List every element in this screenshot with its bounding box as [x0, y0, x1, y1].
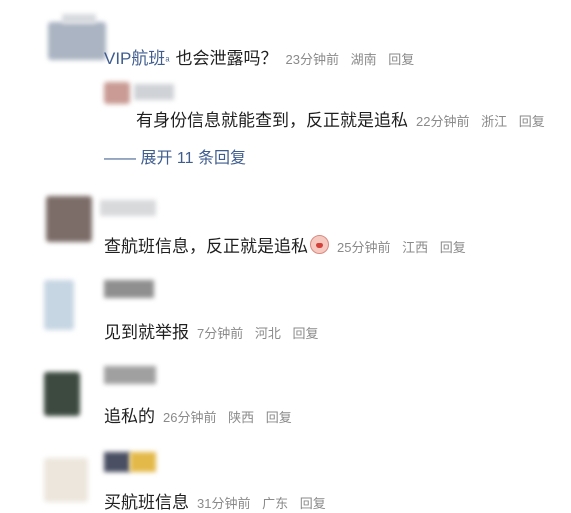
- username-link[interactable]: VIP航班: [104, 44, 165, 69]
- comment-row: 见到就举报 7分钟前 河北 回复: [104, 318, 327, 343]
- username-blurred: [104, 452, 130, 472]
- avatar[interactable]: [48, 22, 106, 60]
- comment-location: 湖南: [350, 52, 377, 67]
- avatar[interactable]: [46, 196, 92, 242]
- reply-location: 浙江: [481, 114, 508, 129]
- expand-replies-row: —— 展开 11 条回复: [104, 144, 246, 168]
- username-suffix: ᵃ: [165, 55, 170, 67]
- comment-time: 25分钟前: [337, 240, 391, 255]
- avatar[interactable]: [104, 82, 130, 104]
- username-blurred: [100, 200, 156, 216]
- reply-row: 有身份信息就能查到，反正就是追私 22分钟前 浙江 回复: [136, 106, 553, 131]
- reply-text: 有身份信息就能查到，反正就是追私: [136, 111, 408, 130]
- comment-row: 查航班信息，反正就是追私 25分钟前 江西 回复: [104, 232, 474, 257]
- comment-time: 7分钟前: [197, 326, 244, 341]
- comment-row: 买航班信息 31分钟前 广东 回复: [104, 488, 334, 513]
- reply-button[interactable]: 回复: [519, 114, 545, 129]
- comment-location: 陕西: [228, 410, 255, 425]
- comment-text: 也会泄露吗？: [175, 49, 278, 68]
- username-blurred: [104, 366, 156, 384]
- comment-text: 查航班信息，反正就是追私: [104, 237, 308, 256]
- comment-meta: 7分钟前 河北 回复: [197, 323, 327, 342]
- comment-meta: 26分钟前 陕西 回复: [163, 407, 300, 426]
- comment-meta: 31分钟前 广东 回复: [197, 493, 334, 512]
- username-blurred: [134, 84, 174, 100]
- comment-location: 河北: [254, 326, 281, 341]
- comment-meta: 25分钟前 江西 回复: [337, 237, 474, 256]
- username-blurred: [130, 452, 156, 472]
- comment-text: 买航班信息: [104, 493, 189, 512]
- comment-time: 31分钟前: [197, 496, 251, 511]
- comment-location: 江西: [402, 240, 429, 255]
- reply-button[interactable]: 回复: [266, 410, 292, 425]
- comment-meta: 23分钟前 湖南 回复: [286, 49, 423, 68]
- avatar[interactable]: [44, 372, 80, 416]
- username-blurred: [104, 280, 154, 298]
- comment-text: 追私的: [104, 407, 155, 426]
- comment-time: 26分钟前: [163, 410, 217, 425]
- comment-location: 广东: [262, 496, 289, 511]
- expand-replies-link[interactable]: —— 展开 11 条回复: [104, 144, 246, 168]
- avatar[interactable]: [44, 280, 74, 330]
- username-blurred: [62, 14, 96, 24]
- comment-time: 23分钟前: [285, 52, 339, 67]
- comment-text: 见到就举报: [104, 323, 189, 342]
- reply-button[interactable]: 回复: [300, 496, 326, 511]
- reply-button[interactable]: 回复: [388, 52, 414, 67]
- reply-button[interactable]: 回复: [293, 326, 319, 341]
- comment-row: VIP航班 ᵃ 也会泄露吗？ 23分钟前 湖南 回复: [104, 44, 422, 69]
- reply-time: 22分钟前: [416, 114, 470, 129]
- comment-row: 追私的 26分钟前 陕西 回复: [104, 402, 300, 427]
- avatar[interactable]: [44, 458, 88, 502]
- reply-button[interactable]: 回复: [440, 240, 466, 255]
- reply-meta: 22分钟前 浙江 回复: [416, 111, 553, 130]
- scream-emoji-icon: [310, 235, 329, 254]
